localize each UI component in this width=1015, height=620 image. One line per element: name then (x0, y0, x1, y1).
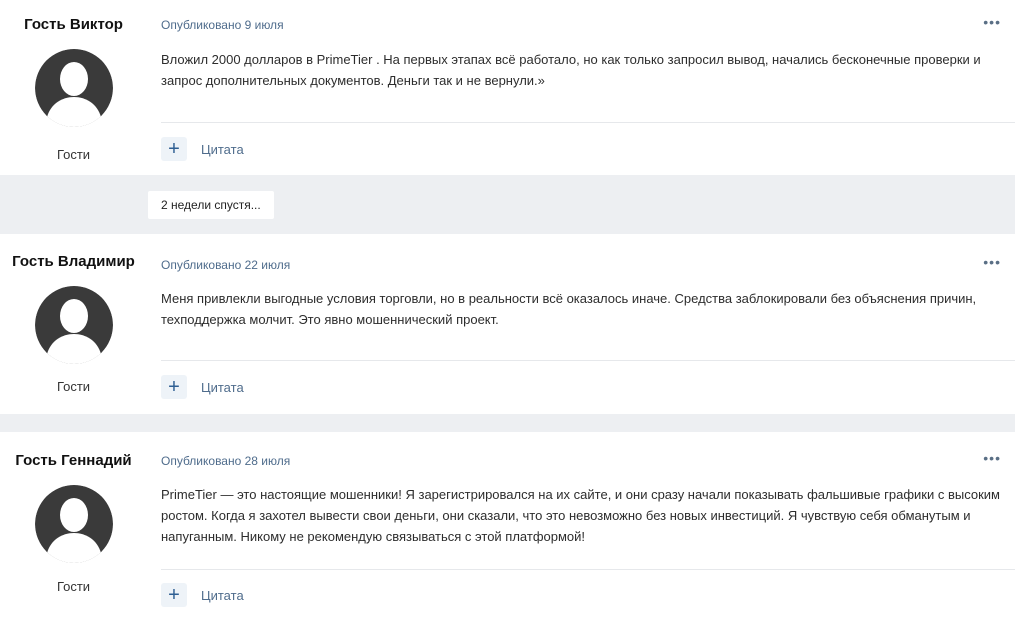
post-date[interactable]: Опубликовано 28 июля (161, 454, 1015, 468)
author-name[interactable]: Гость Владимир (12, 253, 135, 270)
post-content: Опубликовано 22 июля ••• Меня привлекли … (147, 234, 1015, 414)
post-text: PrimeTier — это настоящие мошенники! Я з… (161, 487, 1000, 544)
post-text: Меня привлекли выгодные условия торговли… (161, 291, 977, 327)
author-name[interactable]: Гость Геннадий (15, 452, 131, 469)
time-gap-separator: 2 недели спустя... (0, 175, 1015, 234)
plus-icon[interactable]: + (161, 375, 187, 399)
quote-button[interactable]: Цитата (201, 380, 244, 395)
post-actions: + Цитата (161, 123, 1015, 175)
avatar[interactable] (34, 485, 113, 563)
plus-icon[interactable]: + (161, 137, 187, 161)
post-content: Опубликовано 9 июля ••• Вложил 2000 долл… (147, 0, 1015, 175)
default-user-silhouette-icon (34, 49, 113, 127)
default-user-silhouette-icon (34, 286, 113, 364)
post-actions: + Цитата (161, 570, 1015, 620)
ellipsis-icon[interactable]: ••• (983, 450, 1001, 466)
time-gap-label: 2 недели спустя... (148, 190, 274, 219)
quote-button[interactable]: Цитата (201, 588, 244, 603)
post-2: Гость Владимир Гости Опубликовано 22 июл… (0, 234, 1015, 414)
avatar[interactable] (34, 286, 113, 364)
post-actions: + Цитата (161, 361, 1015, 413)
post-author-panel: Гость Виктор Гости (0, 0, 147, 175)
post-3: Гость Геннадий Гости Опубликовано 28 июл… (0, 432, 1015, 616)
post-1: Гость Виктор Гости Опубликовано 9 июля •… (0, 0, 1015, 175)
author-group: Гости (56, 579, 91, 594)
quote-button[interactable]: Цитата (201, 142, 244, 157)
post-text: Вложил 2000 долларов в PrimeTier . На пе… (161, 52, 981, 88)
ellipsis-icon[interactable]: ••• (983, 14, 1001, 30)
post-author-panel: Гость Владимир Гости (0, 234, 147, 414)
post-content: Опубликовано 28 июля ••• PrimeTier — это… (147, 432, 1015, 616)
post-author-panel: Гость Геннадий Гости (0, 432, 147, 616)
default-user-silhouette-icon (34, 485, 113, 563)
avatar[interactable] (34, 49, 113, 127)
ellipsis-icon[interactable]: ••• (983, 254, 1001, 270)
post-date[interactable]: Опубликовано 22 июля (161, 258, 1015, 272)
author-group: Гости (56, 379, 91, 394)
post-date[interactable]: Опубликовано 9 июля (161, 18, 1015, 32)
author-group: Гости (56, 147, 91, 162)
post-separator (0, 414, 1015, 432)
author-name[interactable]: Гость Виктор (24, 16, 123, 33)
plus-icon[interactable]: + (161, 583, 187, 607)
